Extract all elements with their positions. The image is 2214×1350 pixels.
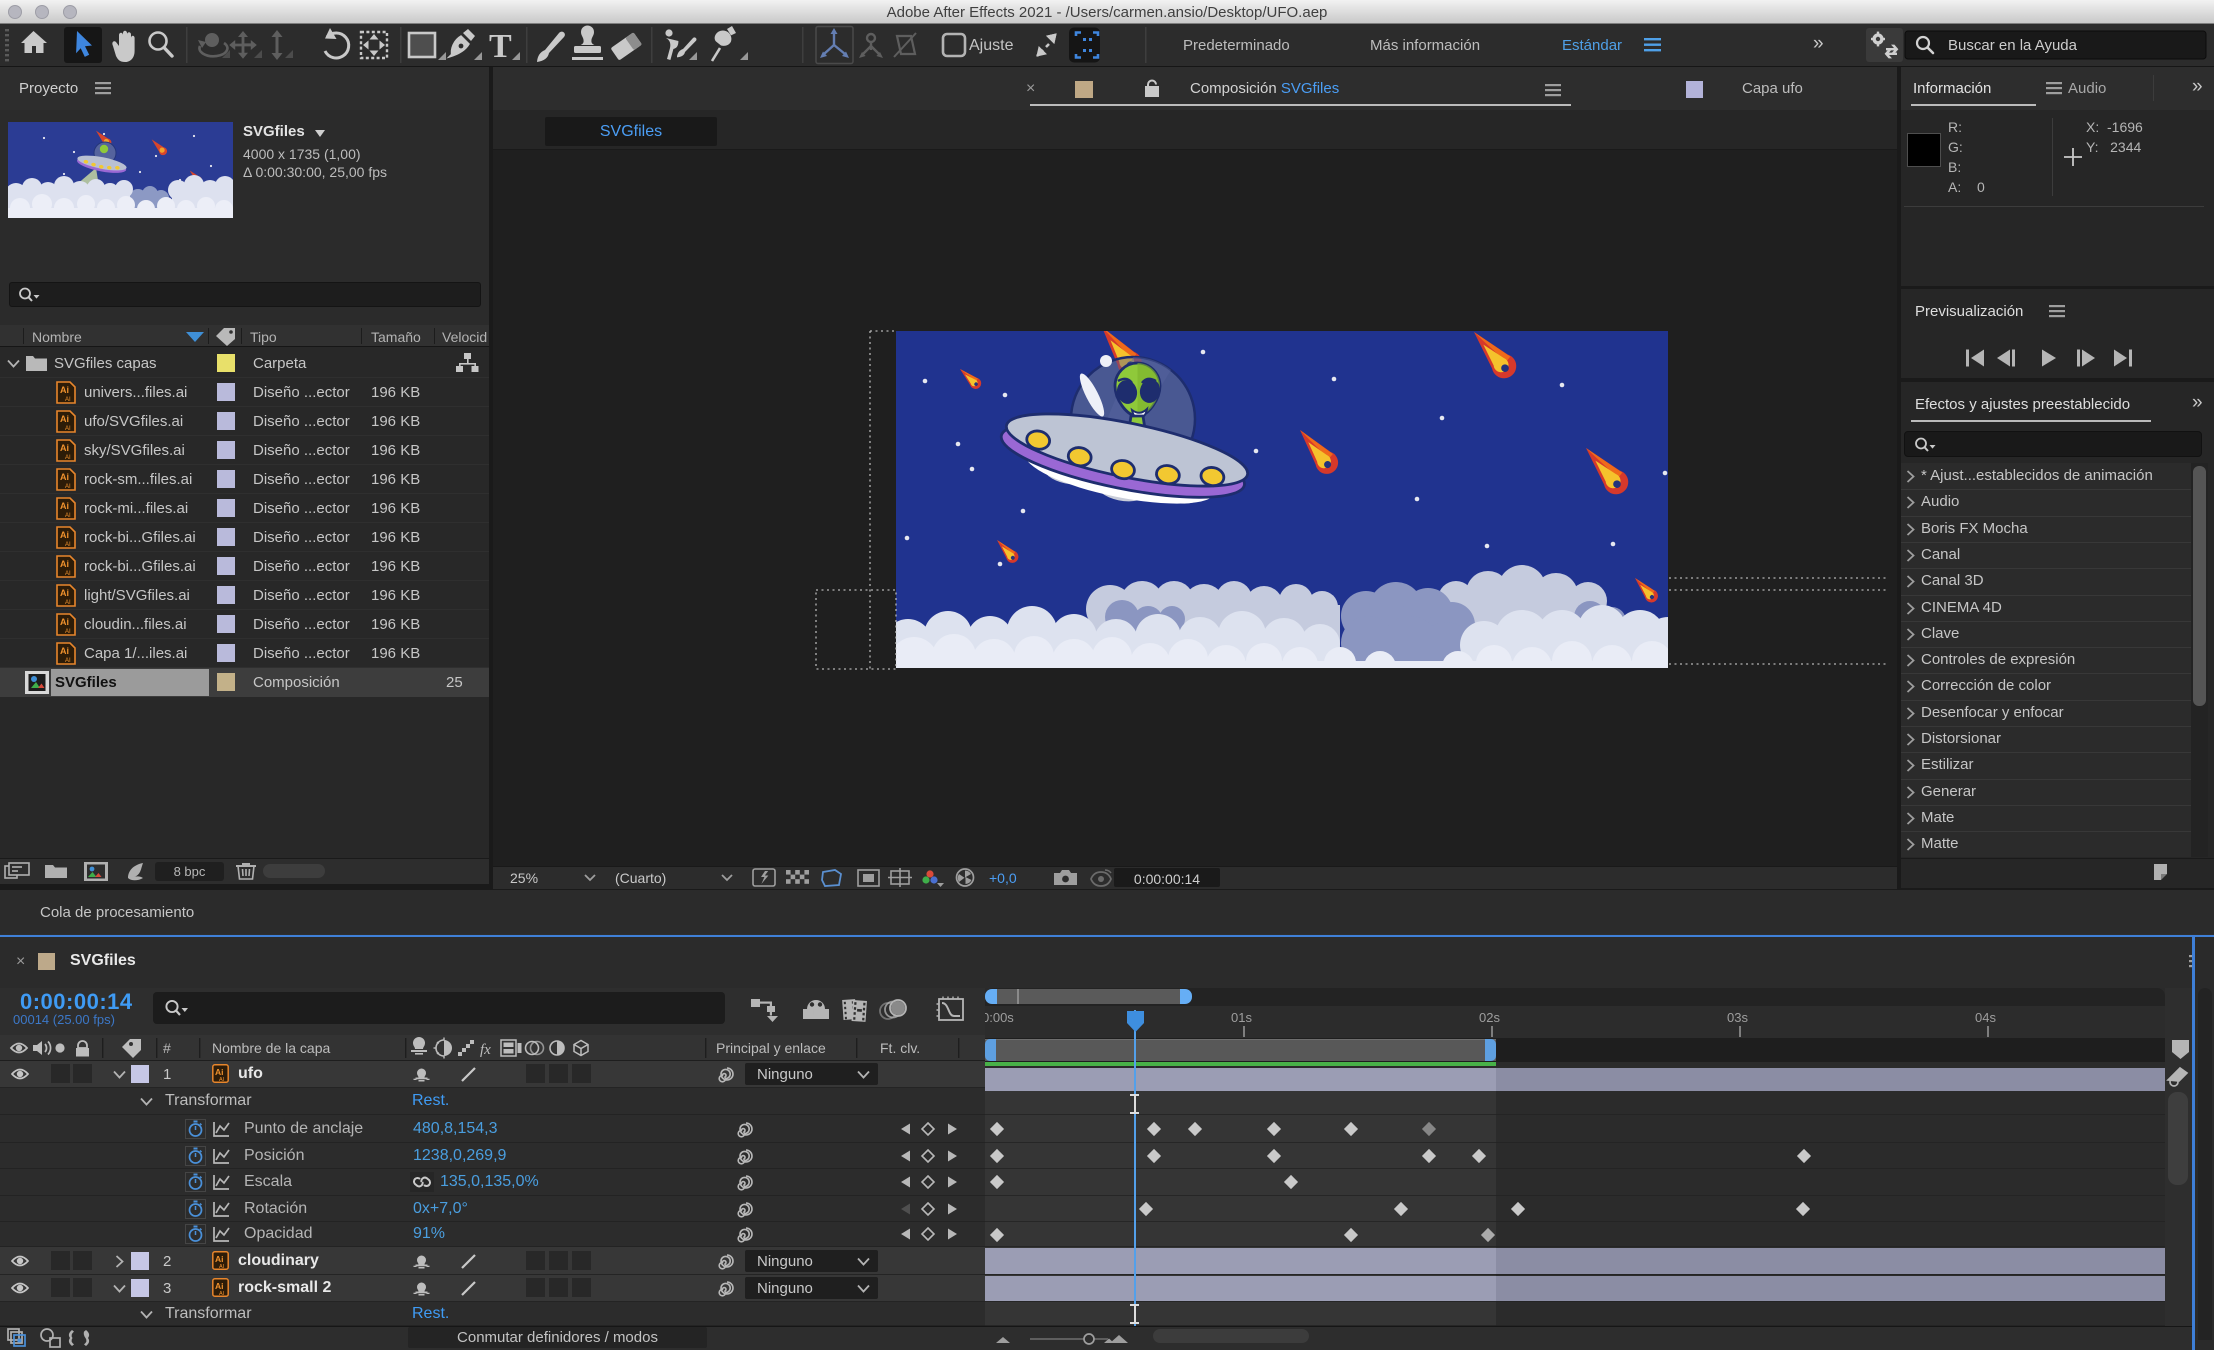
svg-text:Ai: Ai (215, 1281, 224, 1291)
svg-text:AI: AI (219, 1264, 225, 1270)
svg-text:AI: AI (65, 455, 71, 461)
svg-text:AI: AI (65, 600, 71, 606)
svg-text:Ai: Ai (215, 1067, 224, 1077)
svg-text:AI: AI (65, 513, 71, 519)
svg-text:T: T (489, 28, 512, 65)
svg-text:Ai: Ai (60, 530, 69, 540)
svg-text:AI: AI (65, 658, 71, 664)
svg-text:AI: AI (65, 426, 71, 432)
svg-text:Ai: Ai (60, 501, 69, 511)
svg-text:AI: AI (65, 484, 71, 490)
svg-text:Ai: Ai (60, 414, 69, 424)
svg-text:fx: fx (480, 1042, 491, 1058)
svg-text:AI: AI (65, 629, 71, 635)
svg-text:AI: AI (219, 1077, 225, 1083)
svg-text:AI: AI (219, 1291, 225, 1297)
svg-text:Ai: Ai (60, 617, 69, 627)
svg-text:Ai: Ai (215, 1254, 224, 1264)
svg-text:Ai: Ai (60, 559, 69, 569)
svg-text:Ai: Ai (60, 472, 69, 482)
svg-text:AI: AI (65, 542, 71, 548)
svg-text:Ai: Ai (60, 385, 69, 395)
svg-text:Ai: Ai (60, 588, 69, 598)
svg-text:Ai: Ai (60, 443, 69, 453)
svg-text:AI: AI (65, 571, 71, 577)
svg-text:AI: AI (65, 397, 71, 403)
svg-text:Ai: Ai (60, 646, 69, 656)
